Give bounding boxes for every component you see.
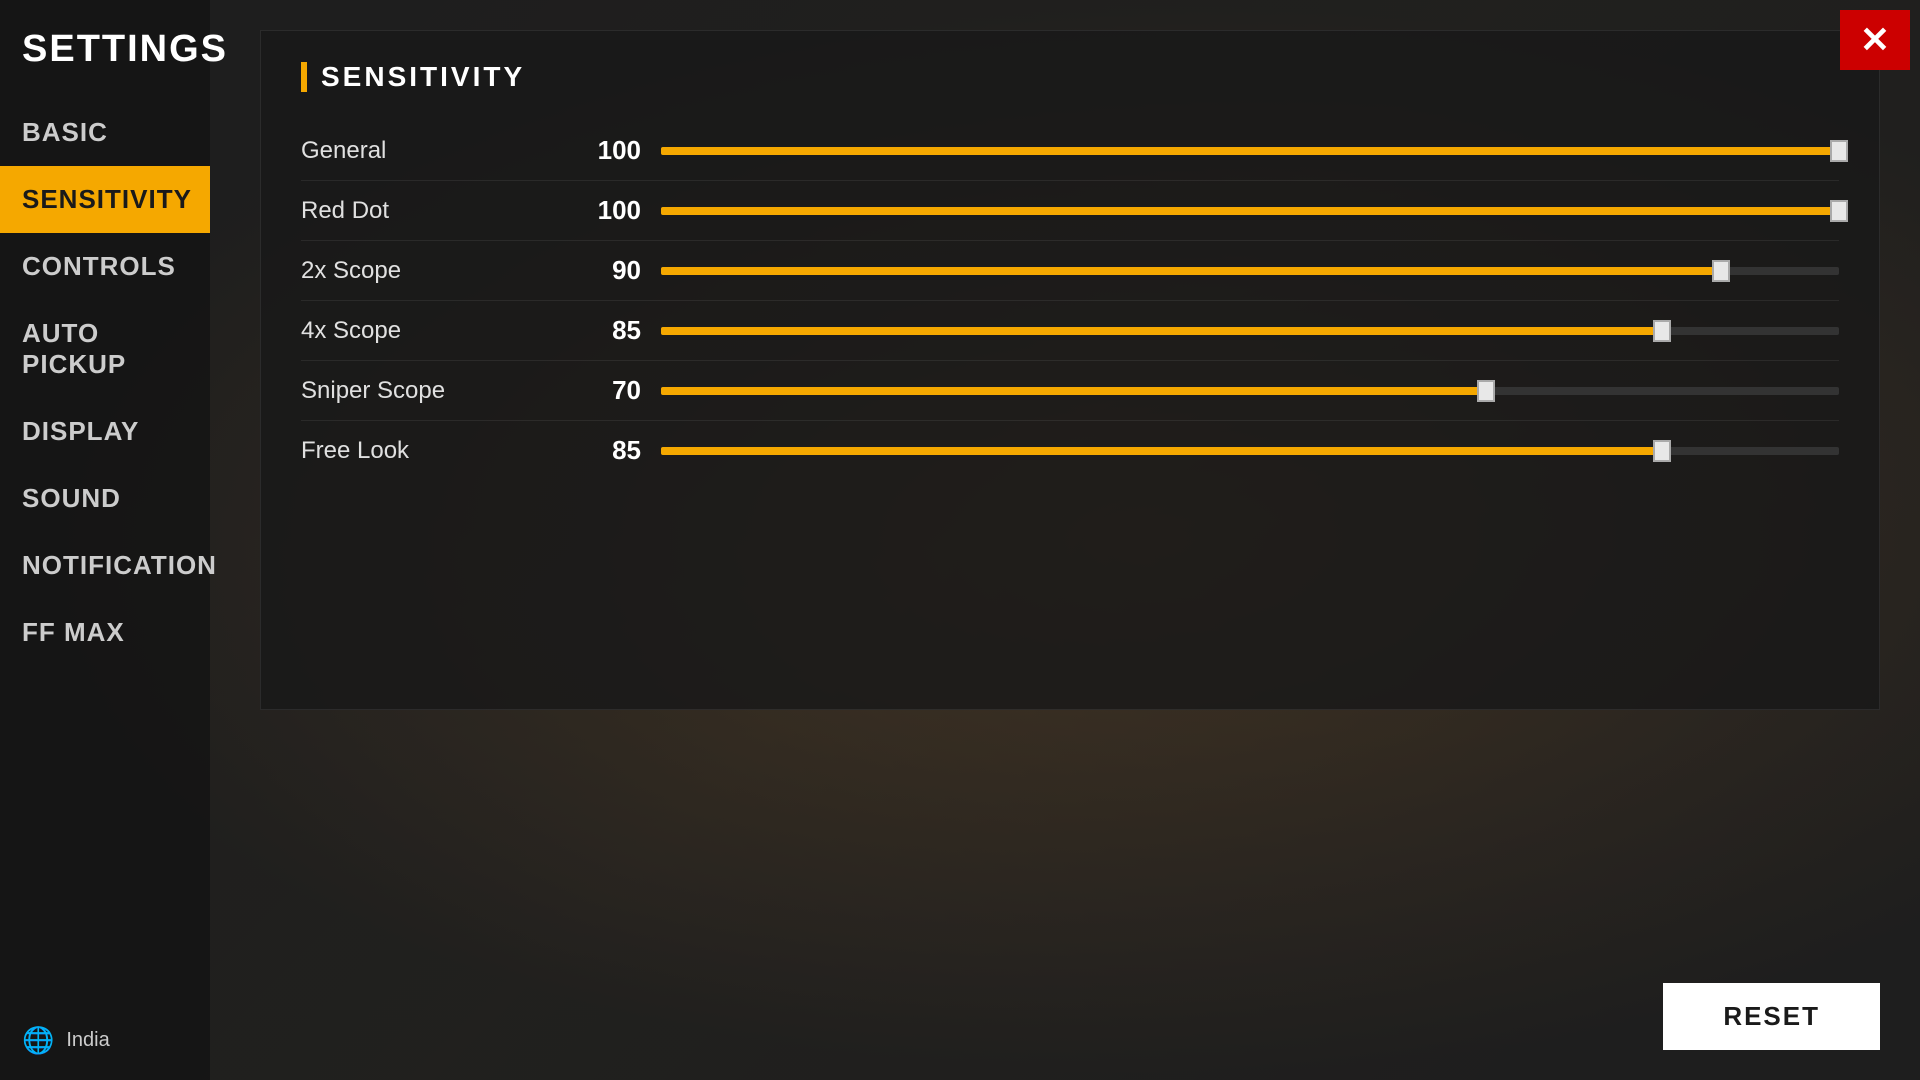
sidebar-item-display[interactable]: DISPLAY <box>0 398 210 465</box>
sensitivity-row-2x-scope: 2x Scope 90 <box>301 241 1839 301</box>
sidebar-item-auto-pickup[interactable]: AUTO PICKUP <box>0 300 210 398</box>
slider-track-2x-scope <box>661 267 1839 275</box>
slider-sniper-scope[interactable] <box>661 381 1839 401</box>
sidebar-item-notification[interactable]: NOTIFICATION <box>0 532 210 599</box>
row-label-general: General <box>301 137 581 165</box>
slider-fill-red-dot <box>661 207 1839 215</box>
slider-thumb-red-dot[interactable] <box>1830 200 1848 222</box>
main-content: ✕ SENSITIVITY General 100 Red Dot 100 <box>210 0 1920 1080</box>
section-title: SENSITIVITY <box>301 61 1839 93</box>
slider-track-sniper-scope <box>661 387 1839 395</box>
globe-icon: 🌐 <box>22 1025 54 1056</box>
sidebar-item-sensitivity[interactable]: SENSITIVITY <box>0 166 210 233</box>
slider-track-red-dot <box>661 207 1839 215</box>
slider-free-look[interactable] <box>661 441 1839 461</box>
slider-fill-sniper-scope <box>661 387 1486 395</box>
slider-fill-4x-scope <box>661 327 1662 335</box>
slider-red-dot[interactable] <box>661 201 1839 221</box>
row-label-red-dot: Red Dot <box>301 197 581 225</box>
slider-fill-2x-scope <box>661 267 1721 275</box>
slider-fill-general <box>661 147 1839 155</box>
sidebar-item-controls[interactable]: CONTROLS <box>0 233 210 300</box>
close-button[interactable]: ✕ <box>1840 10 1910 70</box>
slider-thumb-free-look[interactable] <box>1653 440 1671 462</box>
slider-thumb-sniper-scope[interactable] <box>1477 380 1495 402</box>
sidebar: SETTINGS BASIC SENSITIVITY CONTROLS AUTO… <box>0 0 210 1080</box>
sensitivity-row-red-dot: Red Dot 100 <box>301 181 1839 241</box>
sensitivity-row-4x-scope: 4x Scope 85 <box>301 301 1839 361</box>
section-title-text: SENSITIVITY <box>321 61 525 93</box>
sidebar-item-ff-max[interactable]: FF MAX <box>0 599 210 666</box>
slider-4x-scope[interactable] <box>661 321 1839 341</box>
slider-2x-scope[interactable] <box>661 261 1839 281</box>
slider-general[interactable] <box>661 141 1839 161</box>
sensitivity-row-sniper-scope: Sniper Scope 70 <box>301 361 1839 421</box>
row-value-4x-scope: 85 <box>581 315 661 346</box>
row-value-general: 100 <box>581 135 661 166</box>
sidebar-item-sound[interactable]: SOUND <box>0 465 210 532</box>
slider-thumb-2x-scope[interactable] <box>1712 260 1730 282</box>
slider-track-free-look <box>661 447 1839 455</box>
row-value-red-dot: 100 <box>581 195 661 226</box>
slider-track-4x-scope <box>661 327 1839 335</box>
sidebar-footer: 🌐 India <box>0 1001 210 1080</box>
row-value-sniper-scope: 70 <box>581 375 661 406</box>
settings-title: SETTINGS <box>0 0 210 99</box>
settings-panel: SENSITIVITY General 100 Red Dot 100 <box>260 30 1880 710</box>
slider-fill-free-look <box>661 447 1662 455</box>
row-label-4x-scope: 4x Scope <box>301 317 581 345</box>
row-value-free-look: 85 <box>581 435 661 466</box>
sensitivity-row-general: General 100 <box>301 121 1839 181</box>
sidebar-item-basic[interactable]: BASIC <box>0 99 210 166</box>
row-label-sniper-scope: Sniper Scope <box>301 377 581 405</box>
slider-thumb-general[interactable] <box>1830 140 1848 162</box>
region-label: India <box>66 1029 109 1052</box>
slider-track-general <box>661 147 1839 155</box>
sensitivity-row-free-look: Free Look 85 <box>301 421 1839 480</box>
row-label-free-look: Free Look <box>301 437 581 465</box>
row-value-2x-scope: 90 <box>581 255 661 286</box>
slider-thumb-4x-scope[interactable] <box>1653 320 1671 342</box>
section-title-accent <box>301 62 307 92</box>
reset-button[interactable]: RESET <box>1663 983 1880 1050</box>
row-label-2x-scope: 2x Scope <box>301 257 581 285</box>
